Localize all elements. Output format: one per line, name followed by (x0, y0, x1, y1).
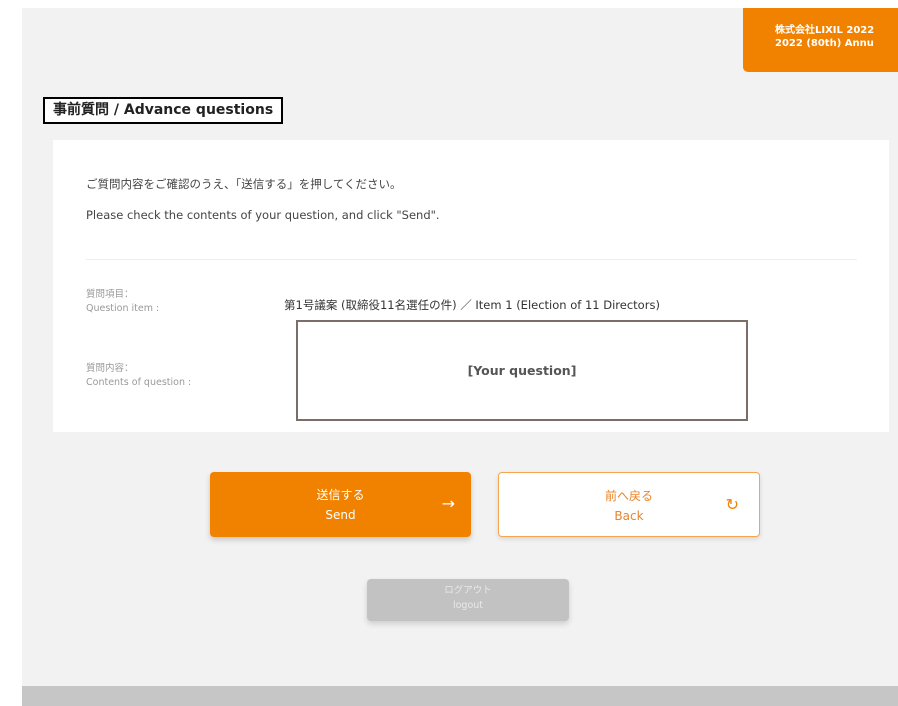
send-label-jp: 送信する (316, 488, 365, 502)
instruction-jp: ご質問内容をご確認のうえ、「送信する」を押してください。 (86, 177, 402, 191)
logout-label-en: logout (452, 600, 484, 611)
question-item-label-jp: 質問項目： (86, 289, 134, 300)
meeting-header-badge: 株式会社LIXIL 2022 2022 (80th) Annu (743, 8, 898, 72)
question-item-value: 第1号議案 (取締役11名選任の件) ／ Item 1 (Election of… (284, 298, 660, 312)
send-button[interactable]: 送信する Send → (210, 472, 471, 537)
footer-bar (22, 686, 898, 706)
header-company-text: 株式会社LIXIL 2022 (775, 25, 875, 36)
back-label-jp: 前へ戻る (604, 489, 653, 503)
question-item-label: 質問項目： Question item : (86, 288, 159, 316)
back-button[interactable]: 前へ戻る Back ↻ (498, 472, 760, 537)
header-meeting-text: 2022 (80th) Annu (775, 38, 874, 49)
send-button-label: 送信する Send (210, 485, 471, 525)
page-title: 事前質問 / Advance questions (43, 97, 284, 124)
question-contents-label-en: Contents of question : (86, 377, 192, 388)
logout-button-label: ログアウト logout (367, 583, 569, 613)
question-contents-label-jp: 質問内容： (86, 363, 134, 374)
instruction-en: Please check the contents of your questi… (86, 208, 440, 222)
logout-button[interactable]: ログアウト logout (367, 579, 569, 621)
send-label-en: Send (325, 508, 356, 522)
logout-label-jp: ログアウト (444, 585, 492, 596)
confirmation-card: ご質問内容をご確認のうえ、「送信する」を押してください。 Please chec… (53, 140, 889, 432)
reload-icon: ↻ (725, 495, 739, 514)
back-button-label: 前へ戻る Back (499, 486, 759, 526)
question-contents-box: [Your question] (296, 320, 748, 421)
divider (86, 259, 857, 260)
back-label-en: Back (614, 509, 644, 523)
arrow-right-icon: → (441, 494, 455, 513)
question-contents-label: 質問内容： Contents of question : (86, 362, 191, 390)
question-item-label-en: Question item : (86, 303, 160, 314)
